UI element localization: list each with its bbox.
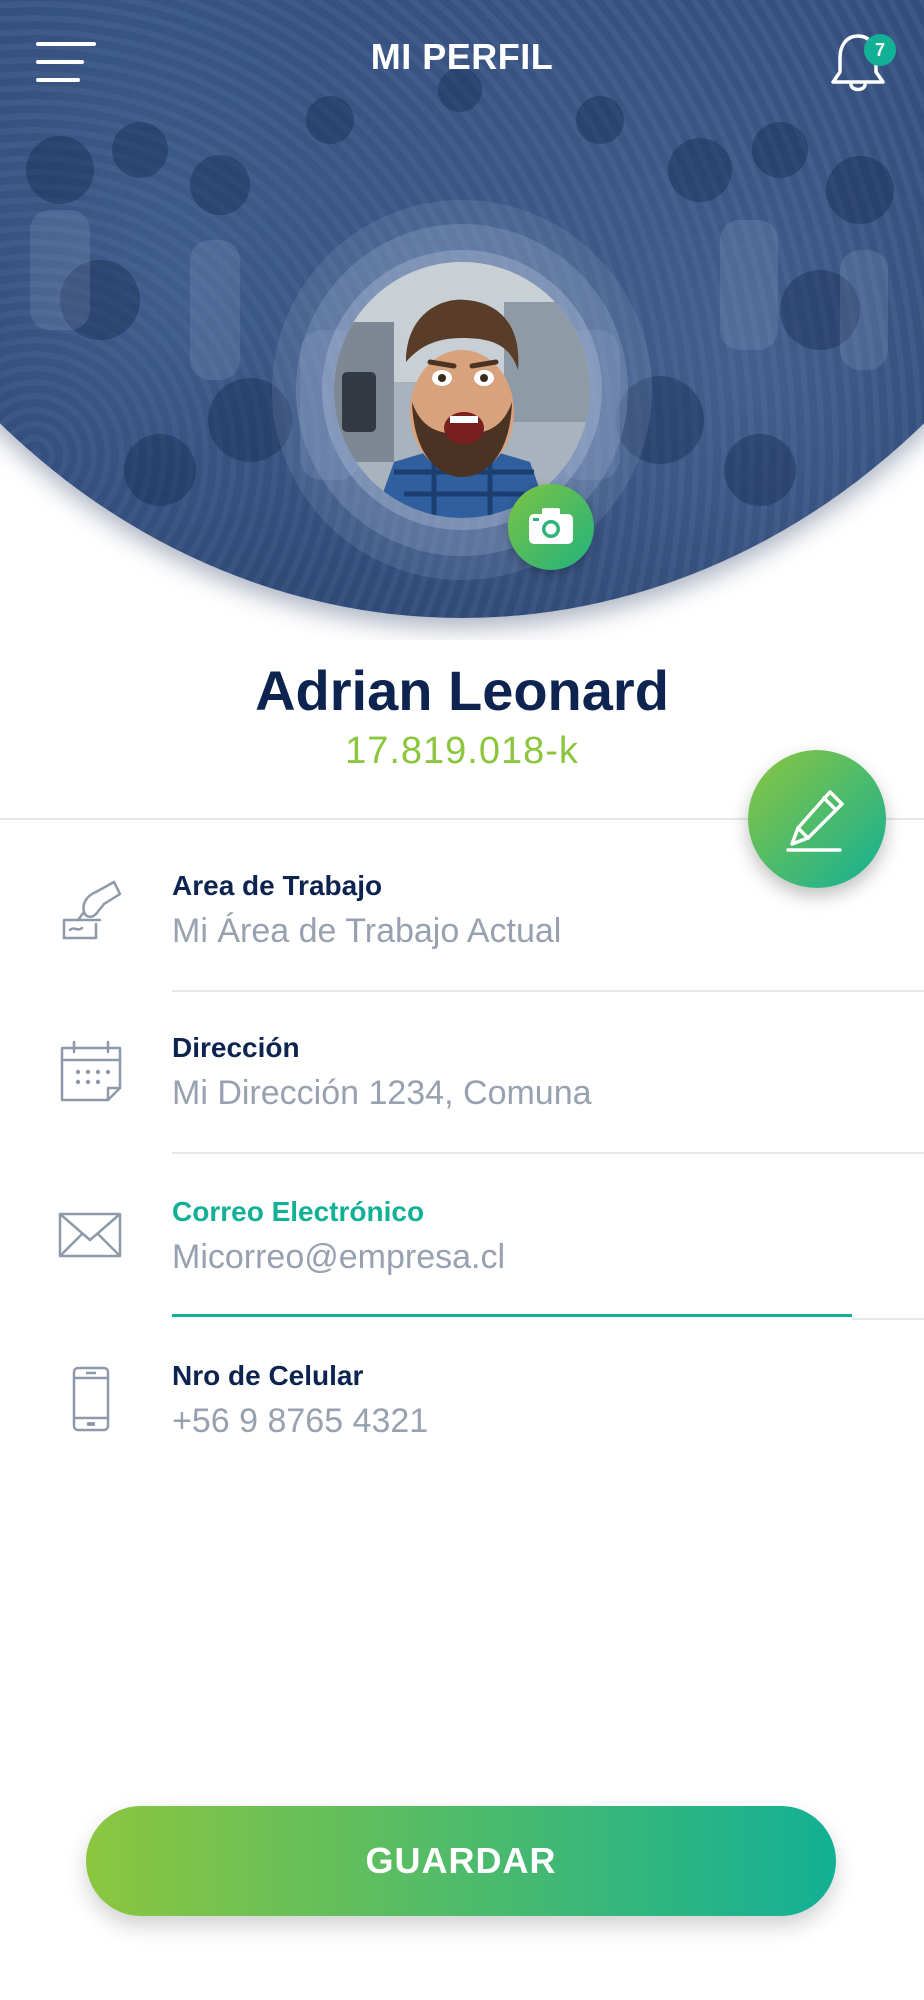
avatar[interactable] <box>334 262 590 518</box>
direccion-input[interactable] <box>172 1074 852 1113</box>
field-correo: Correo Electrónico <box>0 1156 924 1320</box>
celular-input[interactable] <box>172 1402 852 1441</box>
save-button[interactable]: GUARDAR <box>86 1806 836 1916</box>
menu-line <box>36 78 80 82</box>
calendar-icon <box>60 1040 122 1102</box>
field-label: Area de Trabajo <box>172 870 383 901</box>
avatar-photo <box>334 262 590 518</box>
area-trabajo-input[interactable] <box>172 912 852 951</box>
email-field[interactable] <box>172 1238 852 1277</box>
envelope-icon <box>58 1212 122 1258</box>
field-celular: Nro de Celular <box>0 1320 924 1482</box>
field-focus-underline <box>172 1314 852 1317</box>
divider <box>172 1152 924 1154</box>
page-title: MI PERFIL <box>370 36 554 77</box>
field-label: Correo Electrónico <box>172 1196 425 1227</box>
camera-icon <box>529 508 573 544</box>
notification-badge: 7 <box>864 34 896 66</box>
change-photo-button[interactable] <box>508 484 594 570</box>
signature-hand-icon <box>62 880 122 940</box>
user-name: Adrian Leonard <box>255 659 669 722</box>
field-direccion: Dirección <box>0 992 924 1154</box>
field-label: Dirección <box>172 1032 300 1063</box>
field-area-trabajo: Area de Trabajo <box>0 830 924 992</box>
field-label: Nro de Celular <box>172 1360 364 1391</box>
mobile-phone-icon <box>72 1366 110 1432</box>
